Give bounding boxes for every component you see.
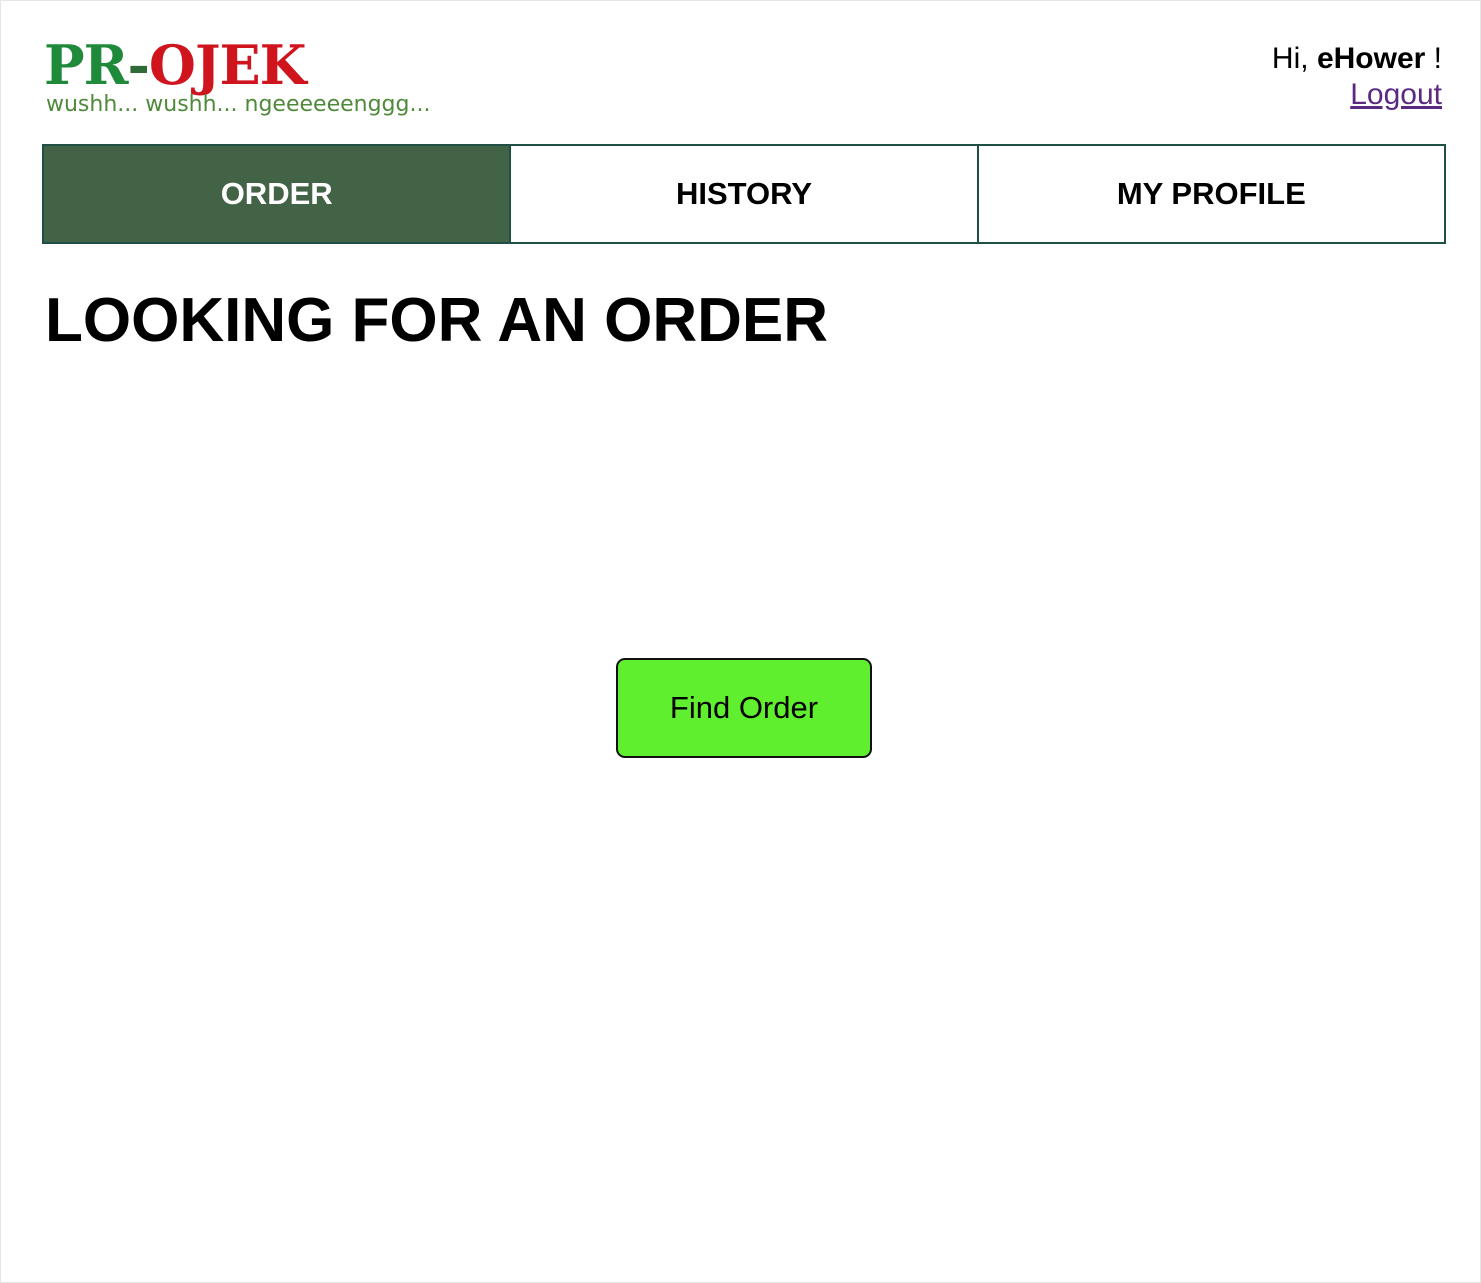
- find-order-button[interactable]: Find Order: [616, 658, 872, 758]
- main-nav-tabs: ORDER HISTORY MY PROFILE: [42, 144, 1446, 244]
- greeting-exclamation: !: [1433, 42, 1442, 75]
- logo-dash-text: -: [127, 33, 149, 97]
- logo: PR-OJEK wushh... wushh... ngeeeeeenggg..…: [44, 33, 484, 128]
- greeting-line: Hi, eHower !: [1272, 41, 1442, 77]
- logo-title: PR-OJEK: [44, 33, 307, 97]
- greeting-text: Hi,: [1271, 42, 1309, 75]
- username: eHower: [1316, 42, 1426, 75]
- tab-my-profile[interactable]: MY PROFILE: [977, 144, 1446, 244]
- tab-history[interactable]: HISTORY: [510, 144, 978, 244]
- user-box: Hi, eHower ! Logout: [1272, 41, 1442, 113]
- page-frame: PR-OJEK wushh... wushh... ngeeeeeenggg..…: [0, 0, 1481, 1283]
- logo-ojek-text: OJEK: [148, 33, 307, 97]
- logout-link[interactable]: Logout: [1350, 77, 1442, 113]
- logo-tagline: wushh... wushh... ngeeeeeenggg...: [46, 92, 431, 117]
- tab-order[interactable]: ORDER: [42, 144, 511, 244]
- logo-pr-text: PR: [44, 33, 128, 97]
- page-title: LOOKING FOR AN ORDER: [45, 286, 829, 355]
